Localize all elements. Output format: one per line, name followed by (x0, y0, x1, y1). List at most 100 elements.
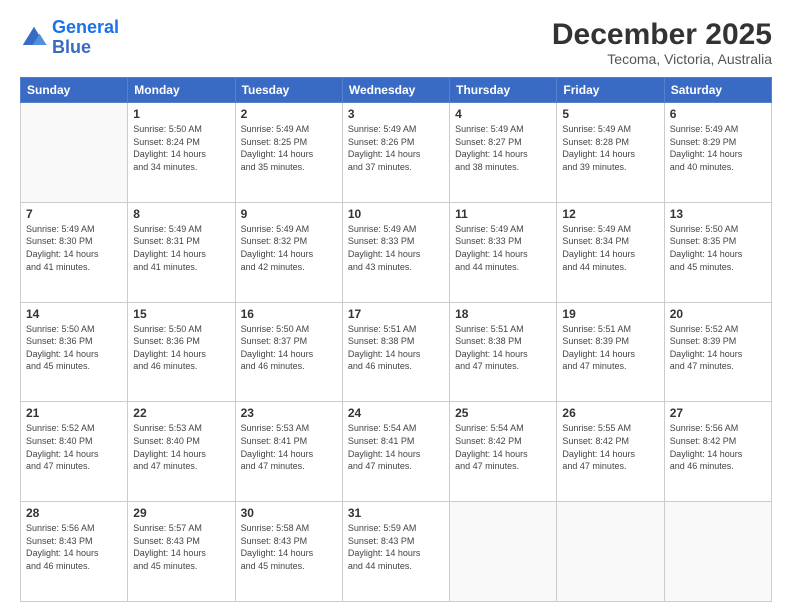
cell-info: Sunrise: 5:56 AMSunset: 8:42 PMDaylight:… (670, 422, 766, 472)
day-number: 30 (241, 506, 337, 520)
calendar-cell: 3Sunrise: 5:49 AMSunset: 8:26 PMDaylight… (342, 103, 449, 203)
logo-line2: Blue (52, 37, 91, 57)
cell-info: Sunrise: 5:49 AMSunset: 8:28 PMDaylight:… (562, 123, 658, 173)
cell-info: Sunrise: 5:55 AMSunset: 8:42 PMDaylight:… (562, 422, 658, 472)
weekday-header-friday: Friday (557, 78, 664, 103)
cell-info: Sunrise: 5:51 AMSunset: 8:38 PMDaylight:… (348, 323, 444, 373)
cell-info: Sunrise: 5:49 AMSunset: 8:26 PMDaylight:… (348, 123, 444, 173)
title-block: December 2025 Tecoma, Victoria, Australi… (552, 18, 772, 67)
day-number: 29 (133, 506, 229, 520)
cell-info: Sunrise: 5:49 AMSunset: 8:31 PMDaylight:… (133, 223, 229, 273)
calendar-cell: 15 Sunrise: 5:50 AMSunset: 8:36 PMDayligh… (128, 302, 235, 402)
cell-info: Sunrise: 5:53 AMSunset: 8:40 PMDaylight:… (133, 422, 229, 472)
day-number: 9 (241, 207, 337, 221)
calendar-cell: 20 Sunrise: 5:52 AMSunset: 8:39 PMDayligh… (664, 302, 771, 402)
day-number: 6 (670, 107, 766, 121)
cell-info: Sunrise: 5:51 AMSunset: 8:39 PMDaylight:… (562, 323, 658, 373)
cell-info: Sunrise: 5:49 AMSunset: 8:29 PMDaylight:… (670, 123, 766, 173)
calendar-cell: 16Sunrise: 5:50 AMSunset: 8:37 PMDayligh… (235, 302, 342, 402)
calendar-cell: 10 Sunrise: 5:49 AMSunset: 8:33 PMDayligh… (342, 202, 449, 302)
day-number: 17 (348, 307, 444, 321)
weekday-header-tuesday: Tuesday (235, 78, 342, 103)
cell-info: Sunrise: 5:53 AMSunset: 8:41 PMDaylight:… (241, 422, 337, 472)
cell-info: Sunrise: 5:56 AMSunset: 8:43 PMDaylight:… (26, 522, 122, 572)
day-number: 10 (348, 207, 444, 221)
calendar-cell: 27 Sunrise: 5:56 AMSunset: 8:42 PMDayligh… (664, 402, 771, 502)
cell-info: Sunrise: 5:49 AMSunset: 8:32 PMDaylight:… (241, 223, 337, 273)
day-number: 1 (133, 107, 229, 121)
day-number: 20 (670, 307, 766, 321)
cell-info: Sunrise: 5:49 AMSunset: 8:34 PMDaylight:… (562, 223, 658, 273)
calendar-cell: 31 Sunrise: 5:59 AMSunset: 8:43 PMDayligh… (342, 502, 449, 602)
calendar-cell: 23 Sunrise: 5:53 AMSunset: 8:41 PMDayligh… (235, 402, 342, 502)
weekday-header-saturday: Saturday (664, 78, 771, 103)
cell-info: Sunrise: 5:54 AMSunset: 8:42 PMDaylight:… (455, 422, 551, 472)
header: General Blue December 2025 Tecoma, Victo… (20, 18, 772, 67)
calendar-cell: 24 Sunrise: 5:54 AMSunset: 8:41 PMDayligh… (342, 402, 449, 502)
cell-info: Sunrise: 5:58 AMSunset: 8:43 PMDaylight:… (241, 522, 337, 572)
cell-info: Sunrise: 5:52 AMSunset: 8:39 PMDaylight:… (670, 323, 766, 373)
month-title: December 2025 (552, 18, 772, 51)
calendar-table: SundayMondayTuesdayWednesdayThursdayFrid… (20, 77, 772, 602)
day-number: 11 (455, 207, 551, 221)
day-number: 27 (670, 406, 766, 420)
day-number: 31 (348, 506, 444, 520)
cell-info: Sunrise: 5:57 AMSunset: 8:43 PMDaylight:… (133, 522, 229, 572)
day-number: 7 (26, 207, 122, 221)
calendar-cell: 4Sunrise: 5:49 AMSunset: 8:27 PMDaylight… (450, 103, 557, 203)
cell-info: Sunrise: 5:50 AMSunset: 8:24 PMDaylight:… (133, 123, 229, 173)
day-number: 14 (26, 307, 122, 321)
cell-info: Sunrise: 5:50 AMSunset: 8:36 PMDaylight:… (133, 323, 229, 373)
calendar-cell (557, 502, 664, 602)
calendar-cell: 29 Sunrise: 5:57 AMSunset: 8:43 PMDayligh… (128, 502, 235, 602)
cell-info: Sunrise: 5:50 AMSunset: 8:35 PMDaylight:… (670, 223, 766, 273)
weekday-header-sunday: Sunday (21, 78, 128, 103)
day-number: 15 (133, 307, 229, 321)
cell-info: Sunrise: 5:54 AMSunset: 8:41 PMDaylight:… (348, 422, 444, 472)
day-number: 16 (241, 307, 337, 321)
cell-info: Sunrise: 5:49 AMSunset: 8:27 PMDaylight:… (455, 123, 551, 173)
calendar-cell (450, 502, 557, 602)
week-row-4: 28 Sunrise: 5:56 AMSunset: 8:43 PMDayligh… (21, 502, 772, 602)
calendar-cell: 6 Sunrise: 5:49 AMSunset: 8:29 PMDaylight… (664, 103, 771, 203)
day-number: 26 (562, 406, 658, 420)
weekday-header-thursday: Thursday (450, 78, 557, 103)
week-row-3: 21Sunrise: 5:52 AMSunset: 8:40 PMDayligh… (21, 402, 772, 502)
calendar-cell: 11 Sunrise: 5:49 AMSunset: 8:33 PMDayligh… (450, 202, 557, 302)
weekday-header-wednesday: Wednesday (342, 78, 449, 103)
day-number: 5 (562, 107, 658, 121)
logo-text: General Blue (52, 18, 119, 58)
calendar-cell (664, 502, 771, 602)
cell-info: Sunrise: 5:59 AMSunset: 8:43 PMDaylight:… (348, 522, 444, 572)
day-number: 8 (133, 207, 229, 221)
logo-line1: General (52, 17, 119, 37)
calendar-cell: 18Sunrise: 5:51 AMSunset: 8:38 PMDayligh… (450, 302, 557, 402)
weekday-header-monday: Monday (128, 78, 235, 103)
calendar-cell: 12 Sunrise: 5:49 AMSunset: 8:34 PMDayligh… (557, 202, 664, 302)
cell-info: Sunrise: 5:49 AMSunset: 8:33 PMDaylight:… (348, 223, 444, 273)
calendar-cell: 19Sunrise: 5:51 AMSunset: 8:39 PMDayligh… (557, 302, 664, 402)
calendar-cell: 5 Sunrise: 5:49 AMSunset: 8:28 PMDaylight… (557, 103, 664, 203)
cell-info: Sunrise: 5:52 AMSunset: 8:40 PMDaylight:… (26, 422, 122, 472)
logo: General Blue (20, 18, 119, 58)
calendar-cell: 21Sunrise: 5:52 AMSunset: 8:40 PMDayligh… (21, 402, 128, 502)
day-number: 12 (562, 207, 658, 221)
day-number: 2 (241, 107, 337, 121)
calendar-cell (21, 103, 128, 203)
calendar-cell: 28 Sunrise: 5:56 AMSunset: 8:43 PMDayligh… (21, 502, 128, 602)
week-row-1: 7 Sunrise: 5:49 AMSunset: 8:30 PMDaylight… (21, 202, 772, 302)
calendar-cell: 22Sunrise: 5:53 AMSunset: 8:40 PMDayligh… (128, 402, 235, 502)
calendar-body: 1 Sunrise: 5:50 AMSunset: 8:24 PMDaylight… (21, 103, 772, 602)
day-number: 23 (241, 406, 337, 420)
cell-info: Sunrise: 5:50 AMSunset: 8:36 PMDaylight:… (26, 323, 122, 373)
day-number: 28 (26, 506, 122, 520)
calendar-cell: 30 Sunrise: 5:58 AMSunset: 8:43 PMDayligh… (235, 502, 342, 602)
calendar-cell: 25Sunrise: 5:54 AMSunset: 8:42 PMDayligh… (450, 402, 557, 502)
calendar-cell: 1 Sunrise: 5:50 AMSunset: 8:24 PMDaylight… (128, 103, 235, 203)
cell-info: Sunrise: 5:49 AMSunset: 8:33 PMDaylight:… (455, 223, 551, 273)
cell-info: Sunrise: 5:49 AMSunset: 8:30 PMDaylight:… (26, 223, 122, 273)
day-number: 24 (348, 406, 444, 420)
calendar-cell: 17 Sunrise: 5:51 AMSunset: 8:38 PMDayligh… (342, 302, 449, 402)
cell-info: Sunrise: 5:51 AMSunset: 8:38 PMDaylight:… (455, 323, 551, 373)
calendar-cell: 8 Sunrise: 5:49 AMSunset: 8:31 PMDaylight… (128, 202, 235, 302)
